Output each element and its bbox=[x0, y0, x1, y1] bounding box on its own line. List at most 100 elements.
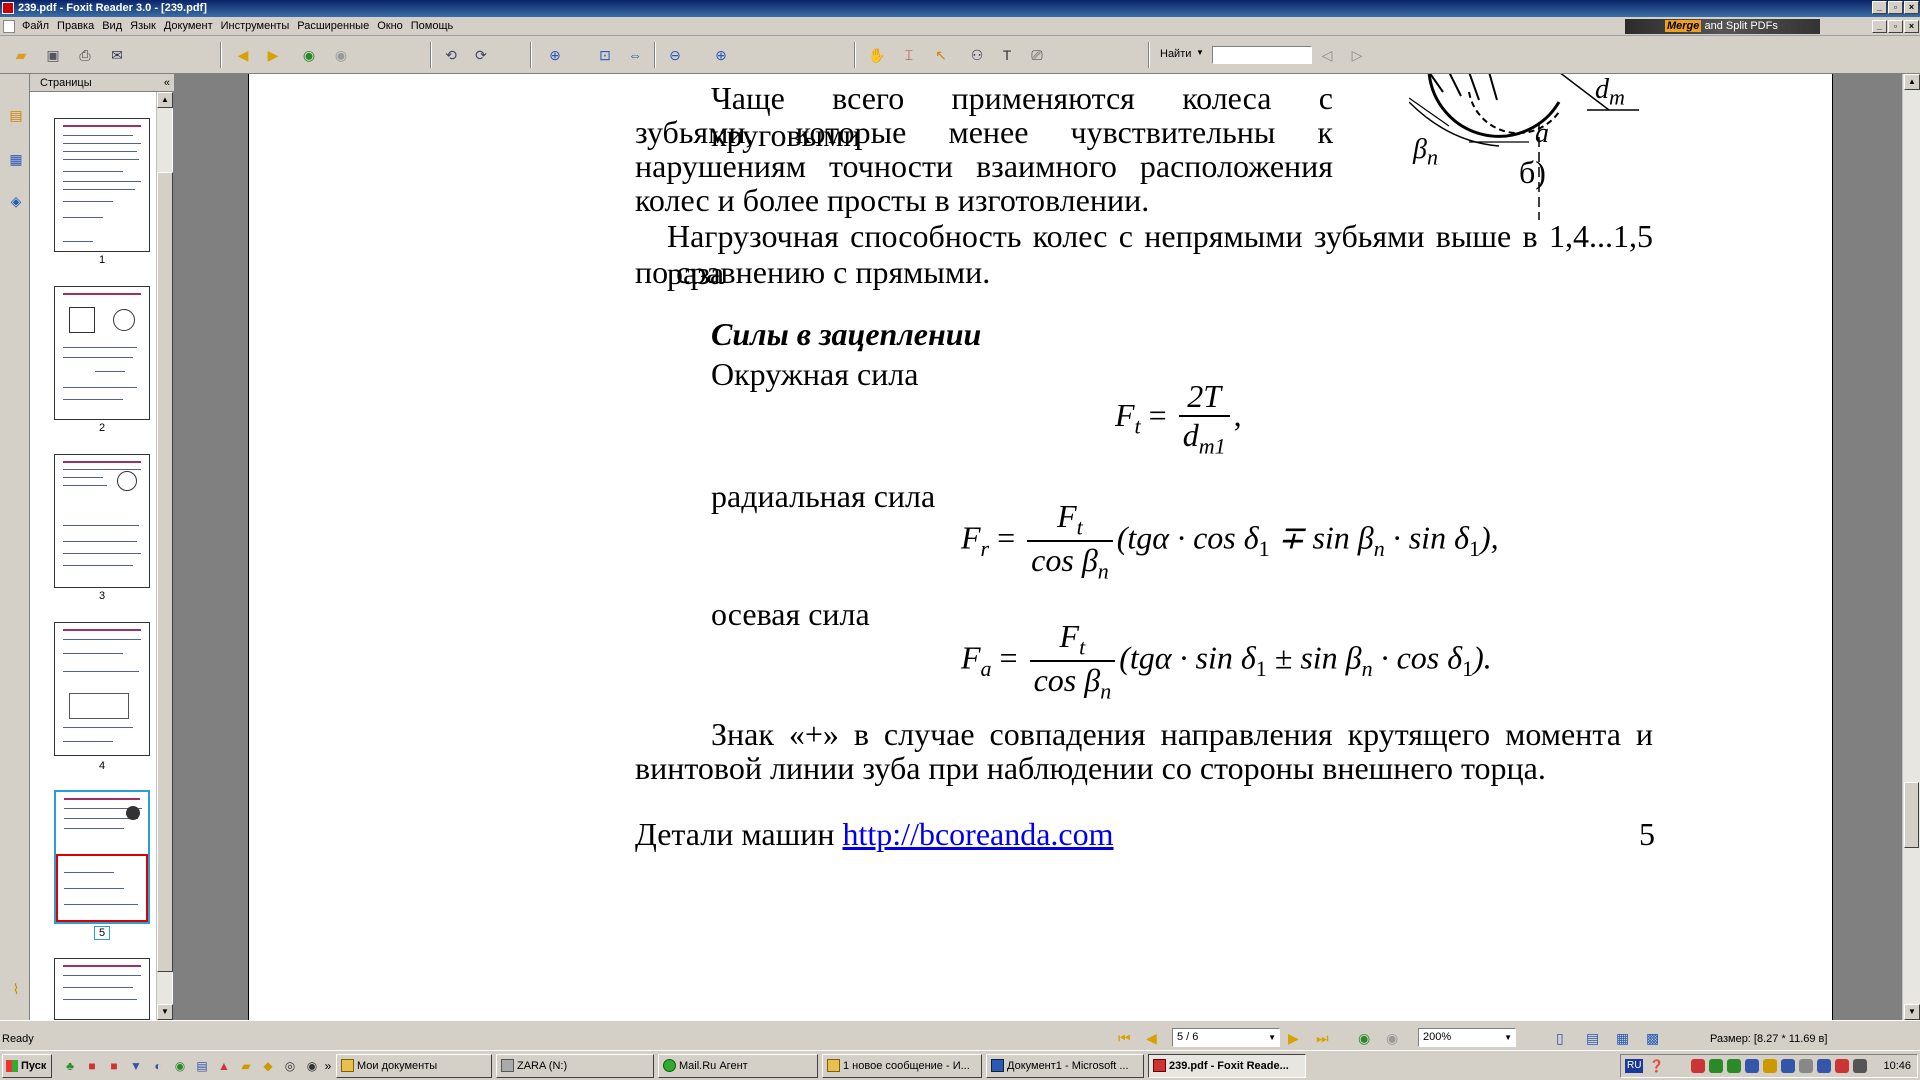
restore-button[interactable]: ▫ bbox=[1888, 1, 1903, 14]
page-thumbnail-3[interactable] bbox=[54, 454, 150, 588]
rotate-left-icon[interactable]: ⟲ bbox=[440, 44, 462, 66]
menu-edit[interactable]: Правка bbox=[53, 17, 98, 36]
back-icon[interactable]: ◉ bbox=[298, 44, 320, 66]
continuous-facing-icon[interactable]: ▩ bbox=[1646, 1029, 1659, 1047]
zoom-in-icon[interactable]: ⊕ bbox=[544, 44, 566, 66]
document-scrollbar[interactable]: ▲ ▼ bbox=[1902, 74, 1920, 1020]
prev-page-icon[interactable]: ◀ bbox=[232, 44, 254, 66]
tray-icon[interactable] bbox=[1745, 1059, 1759, 1073]
page-thumbnail-4[interactable] bbox=[54, 622, 150, 756]
task-button[interactable]: 1 новое сообщение - И... bbox=[822, 1054, 982, 1078]
zoom-dropdown-icon[interactable]: ▼ bbox=[1504, 1029, 1512, 1046]
quicklaunch-icon[interactable]: ◆ bbox=[260, 1058, 276, 1074]
menu-advanced[interactable]: Расширенные bbox=[293, 17, 373, 36]
collapse-panel-icon[interactable]: « bbox=[164, 74, 170, 92]
menu-language[interactable]: Язык bbox=[126, 17, 160, 36]
open-icon[interactable]: ▰ bbox=[10, 44, 32, 66]
tray-icon[interactable] bbox=[1781, 1059, 1795, 1073]
page-dropdown-icon[interactable]: ▼ bbox=[1268, 1029, 1276, 1046]
fit-width-icon[interactable]: ⇔ bbox=[624, 44, 646, 66]
tray-icon[interactable] bbox=[1709, 1059, 1723, 1073]
tray-icon[interactable] bbox=[1691, 1059, 1705, 1073]
first-page-icon[interactable]: ⏮ bbox=[1118, 1029, 1131, 1047]
zoom-plus-icon[interactable]: ⊕ bbox=[710, 44, 732, 66]
next-page-icon[interactable]: ▶ bbox=[1288, 1029, 1299, 1047]
layers-icon[interactable]: ◈ bbox=[6, 190, 26, 212]
facing-icon[interactable]: ▦ bbox=[1616, 1029, 1629, 1047]
page-thumbnail-1[interactable] bbox=[54, 118, 150, 252]
quicklaunch-icon[interactable]: ▤ bbox=[194, 1058, 210, 1074]
quicklaunch-icon[interactable]: ◎ bbox=[282, 1058, 298, 1074]
scroll-up-icon[interactable]: ▲ bbox=[1904, 74, 1920, 90]
find-binoculars-icon[interactable]: ⚇ bbox=[966, 44, 988, 66]
doc-close-button[interactable]: × bbox=[1904, 20, 1919, 33]
quicklaunch-more-icon[interactable]: » bbox=[320, 1058, 336, 1074]
speaker-icon[interactable] bbox=[1853, 1059, 1867, 1073]
tray-icon[interactable] bbox=[1763, 1059, 1777, 1073]
pages-icon[interactable]: ▦ bbox=[6, 148, 26, 170]
scroll-up-icon[interactable]: ▲ bbox=[157, 92, 173, 108]
typewriter-icon[interactable]: T bbox=[996, 44, 1018, 66]
fit-page-icon[interactable]: ⊡ bbox=[594, 44, 616, 66]
zoom-select[interactable]: 200% ▼ bbox=[1418, 1028, 1516, 1047]
zoom-out-icon[interactable]: ⊖ bbox=[664, 44, 686, 66]
quicklaunch-icon[interactable]: ■ bbox=[106, 1058, 122, 1074]
task-button[interactable]: Мои документы bbox=[336, 1054, 492, 1078]
task-button[interactable]: Документ1 - Microsoft ... bbox=[986, 1054, 1144, 1078]
doc-minimize-button[interactable]: _ bbox=[1872, 20, 1887, 33]
clock[interactable]: 10:46 bbox=[1883, 1060, 1911, 1072]
document-view[interactable]: dm a βn б) Чаще всего применяются колеса… bbox=[174, 74, 1904, 1020]
page-thumbnail-2[interactable] bbox=[54, 286, 150, 420]
forward-icon[interactable]: ◉ bbox=[330, 44, 352, 66]
scroll-thumb[interactable] bbox=[157, 172, 173, 972]
task-button[interactable]: ZARA (N:) bbox=[496, 1054, 654, 1078]
tray-icon[interactable] bbox=[1835, 1059, 1849, 1073]
merge-split-banner[interactable]: Merge and Split PDFs bbox=[1625, 19, 1820, 34]
thumbnails-scrollbar[interactable]: ▲ ▼ bbox=[156, 92, 173, 1020]
scroll-down-icon[interactable]: ▼ bbox=[157, 1004, 173, 1020]
tray-icon[interactable] bbox=[1799, 1059, 1813, 1073]
single-page-icon[interactable]: ▯ bbox=[1556, 1029, 1564, 1047]
hand-tool-icon[interactable]: ✋ bbox=[866, 44, 888, 66]
select-text-icon[interactable]: ⌶ bbox=[898, 44, 920, 66]
menu-view[interactable]: Вид bbox=[98, 17, 126, 36]
doc-restore-button[interactable]: ▫ bbox=[1888, 20, 1903, 33]
close-button[interactable]: × bbox=[1904, 1, 1919, 14]
minimize-button[interactable]: _ bbox=[1872, 1, 1887, 14]
tray-icon[interactable] bbox=[1727, 1059, 1741, 1073]
quicklaunch-icon[interactable]: ▰ bbox=[238, 1058, 254, 1074]
rotate-right-icon[interactable]: ⟳ bbox=[470, 44, 492, 66]
task-button[interactable]: Mail.Ru Агент bbox=[658, 1054, 818, 1078]
last-page-icon[interactable]: ⏭ bbox=[1316, 1029, 1329, 1047]
save-icon[interactable]: ▣ bbox=[42, 44, 64, 66]
language-indicator[interactable]: RU bbox=[1625, 1059, 1644, 1073]
page-number-input[interactable]: 5 / 6 ▼ bbox=[1172, 1028, 1280, 1047]
menu-help[interactable]: Помощь bbox=[407, 17, 458, 36]
back-icon[interactable]: ◉ bbox=[1358, 1029, 1370, 1047]
prev-page-icon[interactable]: ◀ bbox=[1146, 1029, 1157, 1047]
next-page-icon[interactable]: ▶ bbox=[262, 44, 284, 66]
find-input[interactable] bbox=[1212, 46, 1312, 64]
tray-icon[interactable] bbox=[1817, 1059, 1831, 1073]
quicklaunch-icon[interactable]: ▲ bbox=[216, 1058, 232, 1074]
start-button[interactable]: Пуск bbox=[2, 1054, 52, 1078]
quicklaunch-icon[interactable]: ◉ bbox=[304, 1058, 320, 1074]
quicklaunch-icon[interactable]: ■ bbox=[84, 1058, 100, 1074]
menu-tools[interactable]: Инструменты bbox=[217, 17, 294, 36]
email-icon[interactable]: ✉ bbox=[106, 44, 128, 66]
quicklaunch-icon[interactable]: ◉ bbox=[172, 1058, 188, 1074]
help-icon[interactable]: ❓ bbox=[1649, 1059, 1664, 1073]
snapshot-icon[interactable]: ⎚ bbox=[1026, 44, 1048, 66]
attachments-icon[interactable]: ⌇ bbox=[6, 978, 26, 1000]
continuous-icon[interactable]: ▤ bbox=[1586, 1029, 1599, 1047]
scroll-down-icon[interactable]: ▼ bbox=[1904, 1004, 1920, 1020]
task-button-active[interactable]: 239.pdf - Foxit Reade... bbox=[1148, 1054, 1306, 1078]
menu-window[interactable]: Окно bbox=[373, 17, 407, 36]
bookmarks-icon[interactable]: ▤ bbox=[6, 104, 26, 126]
find-next-icon[interactable]: ▷ bbox=[1346, 44, 1368, 66]
page-thumbnail-5[interactable] bbox=[54, 790, 150, 924]
select-cursor-icon[interactable]: ↖ bbox=[930, 44, 952, 66]
menu-file[interactable]: Файл bbox=[18, 17, 53, 36]
find-prev-icon[interactable]: ◁ bbox=[1316, 44, 1338, 66]
find-dropdown-icon[interactable]: ▼ bbox=[1196, 48, 1204, 57]
